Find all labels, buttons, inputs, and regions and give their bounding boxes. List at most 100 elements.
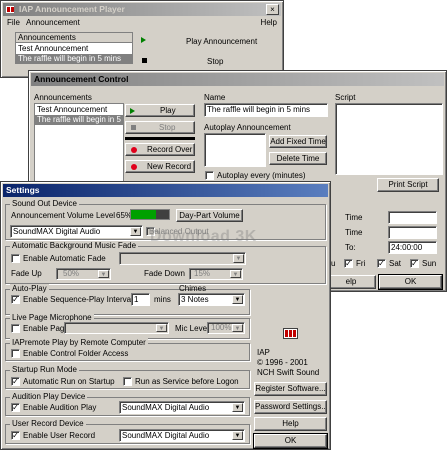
settings-title: Settings xyxy=(6,185,40,195)
volume-meter[interactable] xyxy=(130,209,170,220)
control-help-button[interactable]: elp xyxy=(326,275,376,289)
list-item[interactable]: The raffle will begin in 5 mins xyxy=(35,115,123,125)
chevron-down-icon[interactable]: ▼ xyxy=(232,324,243,332)
settings-help-button[interactable]: Help xyxy=(254,417,327,431)
sunday-checkbox[interactable]: ✓ xyxy=(410,259,419,268)
chevron-down-icon[interactable]: ▼ xyxy=(130,227,141,236)
time-field-2[interactable] xyxy=(388,226,437,239)
auto-run-checkbox[interactable]: ✓ xyxy=(11,377,20,386)
list-item[interactable]: Test Announcement xyxy=(35,105,123,115)
autoplay-every-checkbox[interactable] xyxy=(205,171,214,180)
time-field-1[interactable] xyxy=(388,211,437,224)
fade-down-select[interactable]: 15% ▼ xyxy=(189,268,243,280)
name-label: Name xyxy=(204,93,226,102)
control-folder-label[interactable]: Enable Control Folder Access xyxy=(23,349,128,358)
interval-field[interactable]: 1 xyxy=(131,293,150,306)
add-fixed-time-button[interactable]: Add Fixed Time xyxy=(269,135,327,148)
time-label: Time xyxy=(345,228,363,237)
chevron-down-icon[interactable]: ▼ xyxy=(156,324,167,332)
control-folder-checkbox[interactable] xyxy=(11,349,20,358)
chevron-down-icon[interactable]: ▼ xyxy=(232,431,243,440)
new-record-button[interactable]: New Record xyxy=(125,160,195,173)
run-as-service-checkbox[interactable] xyxy=(123,377,132,386)
chimes-label: Chimes xyxy=(179,284,207,293)
mic-level-value: 100% xyxy=(211,323,232,332)
enable-fade-label[interactable]: Enable Automatic Fade xyxy=(23,254,106,263)
stop-button[interactable]: Stop xyxy=(125,121,195,134)
about-copyright: © 1996 - 2001 xyxy=(257,358,308,367)
audition-device-select[interactable]: SoundMAX Digital Audio ▼ xyxy=(119,401,245,414)
chevron-down-icon[interactable]: ▼ xyxy=(98,270,109,278)
sequence-play-label[interactable]: Enable Sequence-Play Interval xyxy=(23,295,133,304)
user-record-enable-label[interactable]: Enable User Record xyxy=(23,431,95,440)
list-item[interactable]: The raffle will begin in 5 mins xyxy=(16,54,132,64)
control-list[interactable]: Test Announcement The raffle will begin … xyxy=(34,103,124,193)
chevron-down-icon[interactable]: ▼ xyxy=(232,403,243,412)
user-record-checkbox[interactable]: ✓ xyxy=(11,431,20,440)
control-title: Announcement Control xyxy=(34,74,129,84)
delete-time-button[interactable]: Delete Time xyxy=(269,152,327,165)
settings-window: Settings Sound Out Device Announcement V… xyxy=(0,181,331,450)
audition-device-value: SoundMAX Digital Audio xyxy=(122,403,210,412)
day-part-volume-button[interactable]: Day-Part Volume xyxy=(176,209,243,222)
autoplay-label: Auto-Play xyxy=(10,284,49,293)
play-announcement-label[interactable]: Play Announcement xyxy=(186,37,257,46)
play-arrow-icon xyxy=(130,108,135,114)
watermark: Download 3K xyxy=(150,228,257,245)
close-icon[interactable]: × xyxy=(266,4,279,15)
fade-source-select[interactable]: ▼ xyxy=(119,252,246,265)
time-label: Time xyxy=(345,213,363,222)
player-title-bar[interactable]: IAP Announcement Player xyxy=(3,3,281,16)
fade-up-select[interactable]: 50% ▼ xyxy=(56,268,111,280)
friday-checkbox[interactable]: ✓ xyxy=(344,259,353,268)
chimes-select[interactable]: 3 Notes ▼ xyxy=(178,293,245,306)
enable-page-label[interactable]: Enable Page xyxy=(23,324,69,333)
sound-out-device-select[interactable]: SoundMAX Digital Audio ▼ xyxy=(10,225,143,238)
chevron-down-icon[interactable]: ▼ xyxy=(232,295,243,304)
name-field[interactable]: The raffle will begin in 5 mins xyxy=(204,103,328,117)
player-list[interactable]: Announcements Test Announcement The raff… xyxy=(15,32,133,64)
enable-page-checkbox[interactable] xyxy=(11,324,20,333)
stop-label[interactable]: Stop xyxy=(207,57,223,66)
settings-ok-button[interactable]: OK xyxy=(253,433,328,449)
print-script-button[interactable]: Print Script xyxy=(377,178,439,192)
day-label: Sun xyxy=(422,259,437,268)
mic-level-label: Mic Level xyxy=(175,324,209,333)
enable-fade-checkbox[interactable] xyxy=(11,254,20,263)
chevron-down-icon[interactable]: ▼ xyxy=(230,270,241,278)
record-dot-icon xyxy=(131,146,137,153)
audition-play-label[interactable]: Enable Audition Play xyxy=(23,403,96,412)
play-arrow-icon[interactable] xyxy=(141,37,146,43)
volume-label: Announcement Volume Level xyxy=(11,211,116,220)
divider xyxy=(125,137,195,140)
mic-device-select[interactable]: ▼ xyxy=(64,322,169,334)
audition-play-checkbox[interactable]: ✓ xyxy=(11,403,20,412)
to-field[interactable]: 24:00:00 xyxy=(388,241,437,254)
password-settings-button[interactable]: Password Settings... xyxy=(254,400,327,414)
script-field[interactable] xyxy=(335,103,443,175)
record-over-button[interactable]: Record Over xyxy=(125,143,195,156)
about-company: NCH Swift Sound xyxy=(257,368,320,377)
menu-file[interactable]: File xyxy=(7,18,20,27)
user-record-device-select[interactable]: SoundMAX Digital Audio ▼ xyxy=(119,429,245,442)
register-software-button[interactable]: Register Software... xyxy=(254,382,327,396)
sequence-play-checkbox[interactable]: ✓ xyxy=(11,295,20,304)
mic-label: Live Page Microphone xyxy=(10,313,94,322)
saturday-checkbox[interactable]: ✓ xyxy=(377,259,386,268)
to-label: To: xyxy=(345,243,356,252)
chevron-down-icon[interactable]: ▼ xyxy=(233,254,244,263)
list-item[interactable]: Test Announcement xyxy=(16,44,132,54)
control-title-bar[interactable]: Announcement Control xyxy=(31,73,444,86)
auto-run-label[interactable]: Automatic Run on Startup xyxy=(23,377,115,386)
nch-logo-icon xyxy=(283,328,298,339)
autoplay-times-list[interactable] xyxy=(204,133,266,167)
run-as-service-label[interactable]: Run as Service before Logon xyxy=(135,377,239,386)
stop-square-icon[interactable] xyxy=(142,58,147,63)
mic-level-select[interactable]: 100% ▼ xyxy=(207,322,245,334)
autoplay-every-label[interactable]: Autoplay every (minutes) xyxy=(217,171,305,180)
control-ok-button[interactable]: OK xyxy=(378,274,443,290)
play-button[interactable]: Play xyxy=(125,104,195,117)
menu-announcement[interactable]: Announcement xyxy=(26,18,80,27)
menu-help[interactable]: Help xyxy=(261,18,277,27)
settings-title-bar[interactable]: Settings xyxy=(3,184,328,197)
